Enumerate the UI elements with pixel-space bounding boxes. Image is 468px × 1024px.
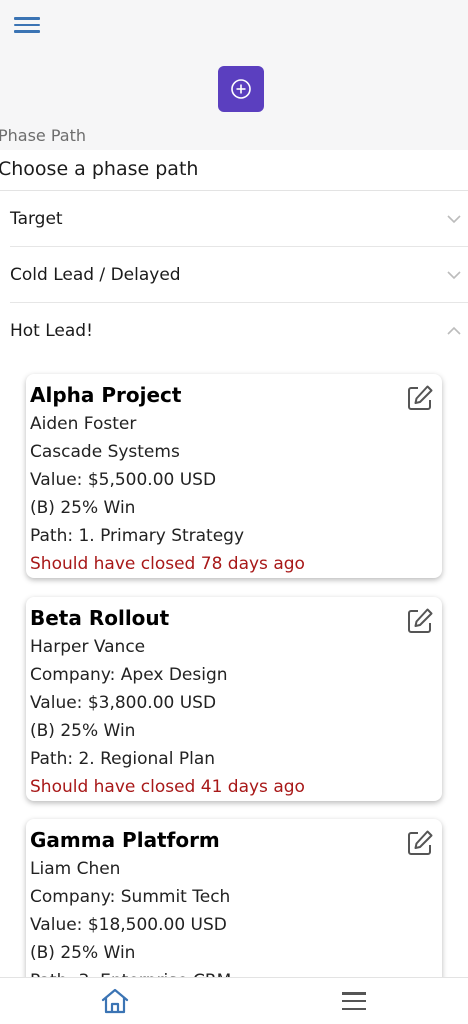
deal-value: Value: $18,500.00 USD xyxy=(30,915,227,935)
deal-card[interactable]: Alpha Project Aiden Foster Cascade Syste… xyxy=(26,374,442,578)
add-button[interactable] xyxy=(218,66,264,112)
deal-path: Path: 2. Regional Plan xyxy=(30,749,216,769)
deal-title: Alpha Project xyxy=(30,383,182,407)
deal-contact: Harper Vance xyxy=(30,637,146,657)
accordion-label: Target xyxy=(10,209,63,229)
header: Phase Path xyxy=(0,0,468,150)
phase-path-label: Phase Path xyxy=(0,126,87,145)
deal-company: Company: Apex Design xyxy=(30,665,228,685)
home-icon[interactable] xyxy=(100,987,130,1015)
accordion-label: Cold Lead / Delayed xyxy=(10,265,181,285)
deal-value: Value: $5,500.00 USD xyxy=(30,470,217,490)
edit-icon[interactable] xyxy=(406,607,434,635)
deal-contact: Liam Chen xyxy=(30,859,121,879)
chevron-down-icon xyxy=(447,215,461,224)
deal-company: Company: Summit Tech xyxy=(30,887,231,907)
deal-win: (B) 25% Win xyxy=(30,943,136,963)
edit-icon[interactable] xyxy=(406,384,434,412)
edit-icon[interactable] xyxy=(406,829,434,857)
accordion-target[interactable]: Target xyxy=(0,191,468,247)
choose-phase-path-title: Choose a phase path xyxy=(0,158,466,190)
chevron-down-icon xyxy=(447,271,461,280)
deal-title: Gamma Platform xyxy=(30,828,220,852)
deal-value: Value: $3,800.00 USD xyxy=(30,693,217,713)
plus-circle-icon xyxy=(231,79,251,99)
hamburger-menu-icon[interactable] xyxy=(14,14,40,36)
menu-list-icon[interactable] xyxy=(342,992,366,1010)
deal-contact: Aiden Foster xyxy=(30,414,137,434)
deal-path: Path: 1. Primary Strategy xyxy=(30,526,245,546)
deal-overdue-status: Should have closed 78 days ago xyxy=(30,554,305,574)
accordion-cold-lead[interactable]: Cold Lead / Delayed xyxy=(0,247,468,303)
deal-card[interactable]: Beta Rollout Harper Vance Company: Apex … xyxy=(26,597,442,801)
deal-title: Beta Rollout xyxy=(30,606,170,630)
deal-company: Cascade Systems xyxy=(30,442,180,462)
deal-overdue-status: Should have closed 41 days ago xyxy=(30,777,305,797)
deal-win: (B) 25% Win xyxy=(30,721,136,741)
accordion-hot-lead[interactable]: Hot Lead! xyxy=(0,303,468,359)
bottom-nav xyxy=(0,977,468,1024)
deal-win: (B) 25% Win xyxy=(30,498,136,518)
accordion-label: Hot Lead! xyxy=(10,321,93,341)
chevron-up-icon xyxy=(447,326,461,335)
